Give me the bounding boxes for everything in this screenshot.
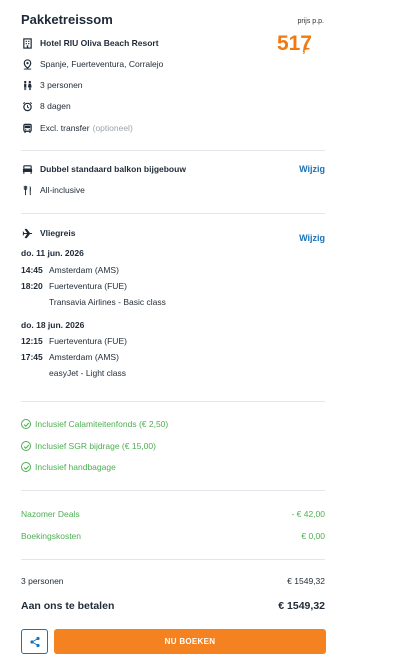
divider	[21, 490, 325, 491]
duration-row: 8 dagen	[21, 99, 71, 113]
outbound-dep-place: Amsterdam (AMS)	[49, 265, 119, 275]
flight-heading-row: Vliegreis	[21, 226, 75, 240]
return-dep-time: 12:15	[21, 336, 43, 346]
price-suffix: ,-	[302, 40, 310, 55]
divider	[21, 401, 325, 402]
return-carrier: easyJet - Light class	[49, 368, 127, 378]
hotel-name: Hotel RIU Oliva Beach Resort	[40, 38, 159, 48]
deal-row: Nazomer Deals - € 42,00	[21, 509, 325, 519]
outbound-date: do. 11 jun. 2026	[21, 248, 84, 258]
booking-cost-row: Boekingskosten € 0,00	[21, 531, 325, 541]
return-dep-place: Fuerteventura (FUE)	[49, 336, 127, 346]
persons-icon	[21, 79, 33, 91]
outbound-carrier: Transavia Airlines - Basic class	[49, 297, 166, 307]
share-icon	[29, 636, 40, 647]
inclusion-text: Inclusief SGR bijdrage (€ 15,00)	[35, 441, 156, 451]
persons-total-label: 3 personen	[21, 576, 64, 586]
persons-total-row: 3 personen € 1549,32	[21, 576, 325, 586]
bus-icon	[21, 122, 33, 134]
hotel-row: Hotel RIU Oliva Beach Resort	[21, 36, 159, 50]
check-circle-icon	[21, 462, 31, 472]
outbound-arr-place: Fuerteventura (FUE)	[49, 281, 127, 291]
inclusion-item: Inclusief SGR bijdrage (€ 15,00)	[21, 441, 156, 451]
change-flight-link[interactable]: Wijzig	[299, 233, 325, 243]
location-pin-icon	[21, 58, 33, 70]
transfer-row: Excl. transfer (optioneel)	[21, 121, 133, 135]
alarm-clock-icon	[21, 100, 33, 112]
price-label: prijs p.p.	[297, 18, 324, 25]
airplane-icon	[21, 227, 33, 239]
persons-total-value: € 1549,32	[287, 576, 325, 586]
outbound-departure: 14:45 Amsterdam (AMS)	[21, 265, 119, 275]
outbound-arrival: 18:20 Fuerteventura (FUE)	[21, 281, 127, 291]
divider	[21, 150, 325, 151]
inclusion-text: Inclusief handbagage	[35, 462, 116, 472]
outbound-dep-time: 14:45	[21, 265, 43, 275]
grand-total-value: € 1549,32	[278, 600, 325, 612]
book-now-button[interactable]: NU BOEKEN	[54, 629, 326, 654]
return-arrival: 17:45 Amsterdam (AMS)	[21, 352, 119, 362]
inclusion-text: Inclusief Calamiteitenfonds (€ 2,50)	[35, 419, 169, 429]
booking-cost-label: Boekingskosten	[21, 531, 82, 541]
summary-title: Pakketreissom	[21, 12, 113, 27]
return-departure: 12:15 Fuerteventura (FUE)	[21, 336, 127, 346]
inclusion-item: Inclusief Calamiteitenfonds (€ 2,50)	[21, 419, 168, 429]
persons-row: 3 personen	[21, 78, 83, 92]
flight-heading: Vliegreis	[40, 228, 76, 238]
transfer-note: (optioneel)	[92, 123, 133, 133]
persons-text: 3 personen	[40, 80, 83, 90]
return-arr-time: 17:45	[21, 352, 43, 362]
grand-total-label: Aan ons te betalen	[21, 600, 115, 612]
board-text: All-inclusive	[40, 185, 85, 195]
deal-value: - € 42,00	[291, 509, 325, 519]
return-date: do. 18 jun. 2026	[21, 320, 85, 330]
grand-total-row: Aan ons te betalen € 1549,32	[21, 600, 325, 612]
duration-text: 8 dagen	[40, 101, 71, 111]
return-arr-place: Amsterdam (AMS)	[49, 352, 119, 362]
divider	[21, 559, 325, 560]
outbound-arr-time: 18:20	[21, 281, 43, 291]
deal-label: Nazomer Deals	[21, 509, 80, 519]
room-row: Dubbel standaard balkon bijgebouw	[21, 162, 186, 176]
cutlery-icon	[21, 184, 33, 196]
inclusion-item: Inclusief handbagage	[21, 462, 116, 472]
divider	[21, 213, 325, 214]
location-text: Spanje, Fuerteventura, Corralejo	[40, 59, 164, 69]
check-circle-icon	[21, 441, 31, 451]
share-button[interactable]	[21, 629, 48, 654]
location-row: Spanje, Fuerteventura, Corralejo	[21, 57, 163, 71]
building-icon	[21, 37, 33, 49]
bed-icon	[21, 163, 33, 175]
transfer-text: Excl. transfer	[40, 123, 90, 133]
change-room-link[interactable]: Wijzig	[299, 164, 325, 174]
board-row: All-inclusive	[21, 183, 85, 197]
room-name: Dubbel standaard balkon bijgebouw	[40, 164, 186, 174]
booking-cost-value: € 0,00	[301, 531, 325, 541]
check-circle-icon	[21, 419, 31, 429]
